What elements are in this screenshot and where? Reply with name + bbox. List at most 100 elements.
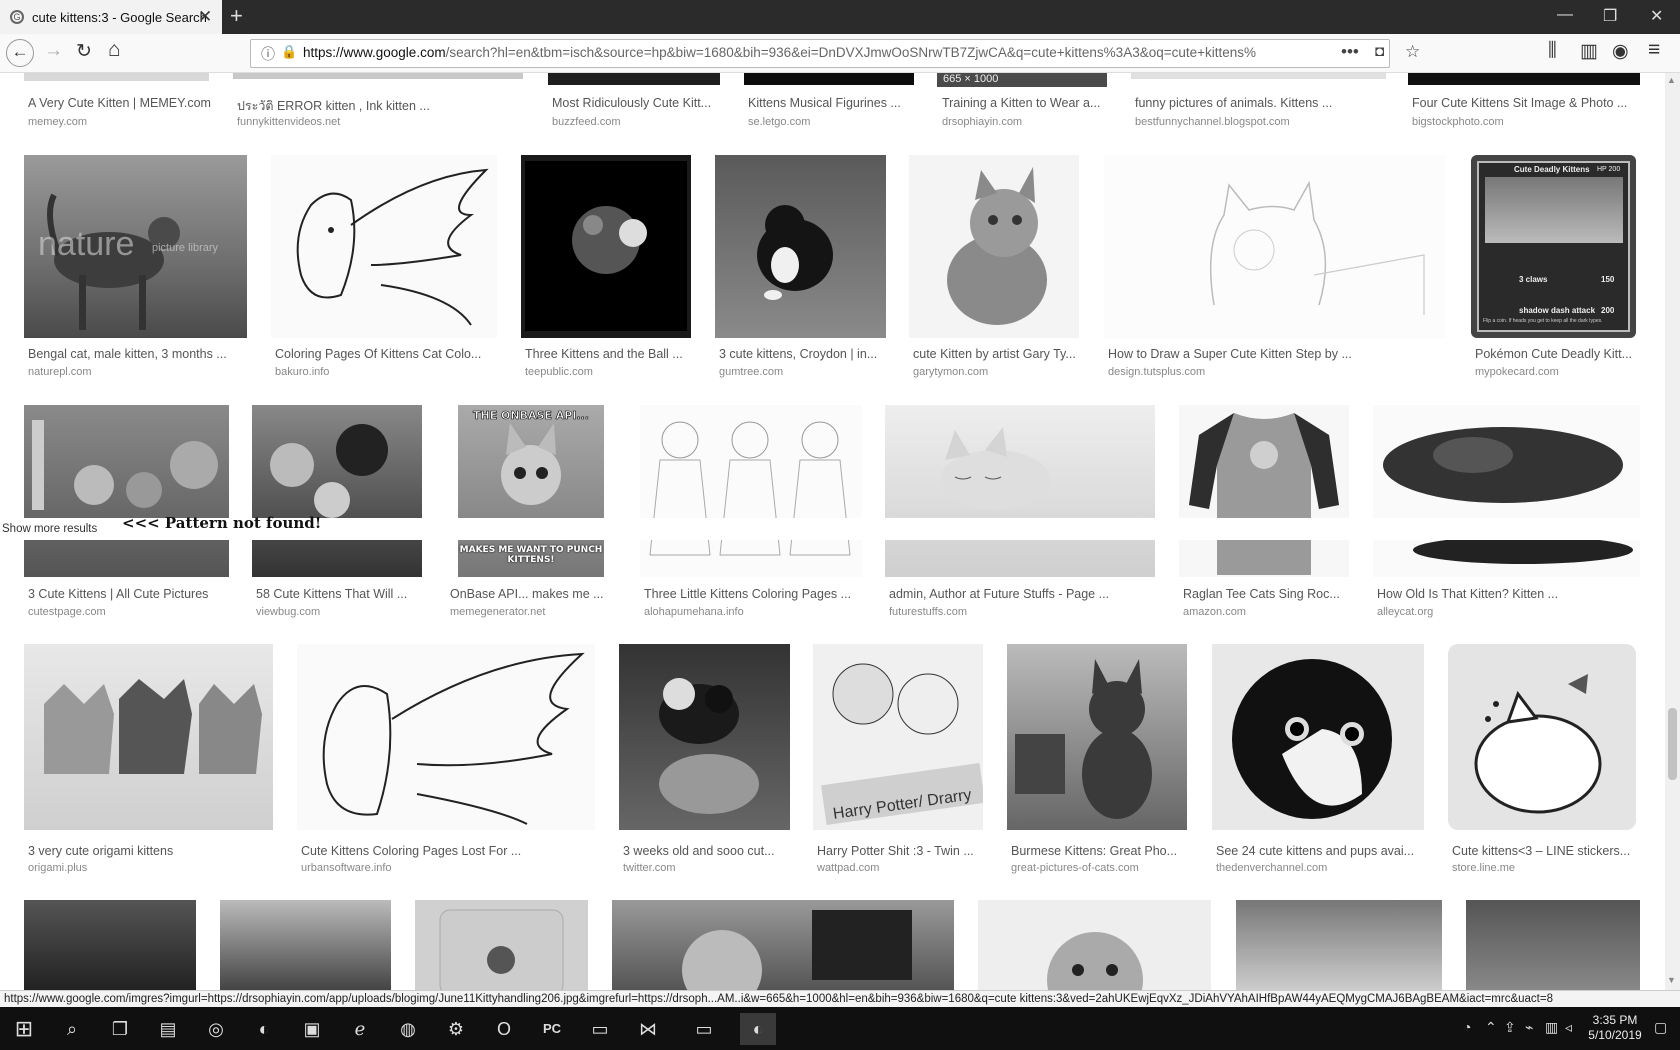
menu-icon[interactable]: ≡ bbox=[1648, 38, 1660, 62]
settings-gear-icon[interactable]: ⚙ bbox=[438, 1013, 474, 1045]
result-caption[interactable]: cute Kitten by artist Gary Ty... bbox=[913, 347, 1078, 361]
result-tile[interactable]: 3 very cute origami kittens origami.plus bbox=[24, 644, 274, 874]
result-thumbnail[interactable] bbox=[297, 644, 595, 830]
vertical-scrollbar[interactable]: ▲ ▼ bbox=[1665, 73, 1680, 990]
tray-usb-icon[interactable]: ⌁ bbox=[1525, 1019, 1533, 1036]
result-tile[interactable]: 3 weeks old and sooo cut... twitter.com bbox=[619, 644, 790, 874]
result-thumbnail[interactable] bbox=[619, 644, 790, 830]
firefox-icon[interactable]: ◐ bbox=[246, 1013, 282, 1045]
result-caption[interactable]: Cute kittens<3 – LINE stickers... bbox=[1452, 844, 1640, 858]
result-tile[interactable]: How to Draw a Super Cute Kitten Step by … bbox=[1104, 155, 1446, 378]
result-tile[interactable]: Harry Potter/ Drarry Harry Potter Shit :… bbox=[813, 644, 983, 874]
result-thumbnail[interactable]: Cute Deadly Kittens HP 200 3 claws 150 s… bbox=[1471, 155, 1636, 338]
reload-icon[interactable]: ↻ bbox=[76, 40, 92, 63]
result-caption[interactable]: A Very Cute Kitten | MEMEY.com bbox=[28, 96, 213, 110]
result-caption[interactable]: funny pictures of animals. Kittens ... bbox=[1135, 96, 1385, 110]
forward-icon[interactable]: → bbox=[44, 40, 63, 62]
sidebar-icon[interactable]: ▥ bbox=[1580, 40, 1598, 63]
result-tile[interactable]: 3 cute kittens, Croydon | in... gumtree.… bbox=[715, 155, 886, 378]
result-caption[interactable]: Pokémon Cute Deadly Kitt... bbox=[1475, 347, 1640, 361]
result-thumbnail[interactable] bbox=[24, 405, 229, 577]
notifications-icon[interactable]: ▢ bbox=[1654, 1019, 1667, 1036]
result-caption[interactable]: Kittens Musical Figurines ... bbox=[748, 96, 914, 110]
result-thumbnail[interactable] bbox=[233, 73, 523, 79]
result-tile[interactable]: ประวัติ ERROR kitten , Ink kitten ... fu… bbox=[233, 73, 523, 133]
result-thumbnail[interactable] bbox=[24, 900, 196, 990]
result-thumbnail[interactable] bbox=[715, 155, 886, 338]
tab-close-icon[interactable]: ✕ bbox=[198, 7, 212, 27]
result-thumbnail[interactable] bbox=[24, 73, 209, 81]
scroll-down-icon[interactable]: ▼ bbox=[1667, 975, 1676, 985]
save-disk-icon[interactable]: ▣ bbox=[294, 1013, 330, 1045]
library-icon[interactable]: ⫼ bbox=[1548, 40, 1557, 62]
result-caption[interactable]: Harry Potter Shit :3 - Twin ... bbox=[817, 844, 982, 858]
url-bar[interactable]: ⓘ 🔒 https://www.google.com/search?hl=en&… bbox=[250, 39, 1420, 68]
scrollbar-thumb[interactable] bbox=[1668, 708, 1677, 780]
result-tile[interactable]: Kittens Musical Figurines ... se.letgo.c… bbox=[744, 73, 914, 133]
page-actions-icon[interactable]: ••• bbox=[1341, 42, 1359, 62]
result-caption[interactable]: 3 weeks old and sooo cut... bbox=[623, 844, 788, 858]
account-icon[interactable]: ◉ bbox=[1612, 40, 1629, 63]
result-thumbnail[interactable] bbox=[1212, 644, 1424, 830]
result-caption[interactable]: See 24 cute kittens and pups avai... bbox=[1216, 844, 1424, 858]
result-caption[interactable]: OnBase API... makes me ... bbox=[450, 587, 605, 601]
result-tile[interactable]: Raglan Tee Cats Sing Roc... amazon.com bbox=[1179, 405, 1349, 625]
file-explorer-icon[interactable]: ▤ bbox=[150, 1013, 186, 1045]
result-thumbnail[interactable] bbox=[1466, 900, 1640, 990]
chrome-icon[interactable]: ◎ bbox=[198, 1013, 234, 1045]
result-tile[interactable]: Most Ridiculously Cute Kitt... buzzfeed.… bbox=[548, 73, 720, 133]
result-thumbnail[interactable] bbox=[744, 73, 914, 85]
visual-studio-icon[interactable]: ⋈ bbox=[630, 1013, 666, 1045]
maximize-icon[interactable]: ❐ bbox=[1603, 6, 1617, 26]
search-icon[interactable]: ⌕ bbox=[54, 1013, 90, 1045]
result-caption[interactable]: 58 Cute Kittens That Will ... bbox=[256, 587, 421, 601]
result-thumbnail[interactable] bbox=[24, 644, 273, 830]
minimize-icon[interactable]: — bbox=[1557, 6, 1573, 24]
result-tile[interactable]: funny pictures of animals. Kittens ... b… bbox=[1131, 73, 1386, 133]
back-icon[interactable]: ← bbox=[6, 39, 34, 67]
result-thumbnail[interactable] bbox=[252, 405, 422, 577]
result-thumbnail[interactable] bbox=[1373, 405, 1640, 577]
result-thumbnail[interactable]: nature picture library bbox=[24, 155, 247, 338]
result-thumbnail[interactable] bbox=[1179, 405, 1349, 577]
result-caption[interactable]: Coloring Pages Of Kittens Cat Colo... bbox=[275, 347, 493, 361]
edge-icon[interactable]: ℯ bbox=[342, 1013, 378, 1045]
result-tile[interactable]: Four Cute Kittens Sit Image & Photo ... … bbox=[1408, 73, 1640, 133]
result-tile[interactable]: Cute Kittens Coloring Pages Lost For ...… bbox=[297, 644, 595, 874]
result-caption[interactable]: ประวัติ ERROR kitten , Ink kitten ... bbox=[237, 96, 517, 116]
terminal-icon[interactable]: ▭ bbox=[686, 1013, 722, 1045]
result-caption[interactable]: 3 cute kittens, Croydon | in... bbox=[719, 347, 884, 361]
url-text[interactable]: https://www.google.com/search?hl=en&tbm=… bbox=[303, 45, 1303, 60]
result-caption[interactable]: Bengal cat, male kitten, 3 months ... bbox=[28, 347, 243, 361]
tray-upload-icon[interactable]: ⇪ bbox=[1504, 1019, 1516, 1036]
result-caption[interactable]: Raglan Tee Cats Sing Roc... bbox=[1183, 587, 1348, 601]
scroll-up-icon[interactable]: ▲ bbox=[1667, 75, 1676, 85]
result-caption[interactable]: admin, Author at Future Stuffs - Page ..… bbox=[889, 587, 1154, 601]
result-thumbnail[interactable]: Harry Potter/ Drarry bbox=[813, 644, 983, 830]
result-thumbnail[interactable] bbox=[220, 900, 391, 990]
window-close-icon[interactable]: ✕ bbox=[1650, 6, 1663, 26]
result-caption[interactable]: Most Ridiculously Cute Kitt... bbox=[552, 96, 720, 110]
result-thumbnail[interactable] bbox=[548, 73, 720, 85]
result-thumbnail[interactable] bbox=[415, 900, 588, 990]
result-tile[interactable]: Burmese Kittens: Great Pho... great-pict… bbox=[1007, 644, 1187, 874]
app-icon[interactable]: ◍ bbox=[390, 1013, 426, 1045]
result-caption[interactable]: Burmese Kittens: Great Pho... bbox=[1011, 844, 1186, 858]
tab-active[interactable]: G cute kittens:3 - Google Search ✕ bbox=[0, 0, 222, 34]
show-more-results-button[interactable]: Show more results bbox=[2, 523, 97, 535]
volume-icon[interactable]: ◃ bbox=[1565, 1019, 1572, 1036]
task-view-icon[interactable]: ❐ bbox=[102, 1013, 138, 1045]
result-tile[interactable]: Three Little Kittens Coloring Pages ... … bbox=[640, 405, 862, 625]
result-thumbnail[interactable] bbox=[612, 900, 954, 990]
result-caption[interactable]: Three Little Kittens Coloring Pages ... bbox=[644, 587, 862, 601]
terminal-icon[interactable]: ▭ bbox=[582, 1013, 618, 1045]
result-thumbnail[interactable] bbox=[1236, 900, 1442, 990]
result-caption[interactable]: How Old Is That Kitten? Kitten ... bbox=[1377, 587, 1639, 601]
result-thumbnail[interactable] bbox=[521, 155, 691, 338]
result-thumbnail[interactable]: THE ONBASE API... MAKES ME WANT TO PUNCH… bbox=[458, 405, 604, 577]
result-tile[interactable]: See 24 cute kittens and pups avai... the… bbox=[1212, 644, 1424, 874]
result-thumbnail[interactable] bbox=[885, 405, 1155, 577]
taskbar-clock[interactable]: 3:35 PM 5/10/2019 bbox=[1582, 1013, 1648, 1043]
pocket-icon[interactable]: ◘ bbox=[1375, 43, 1384, 60]
result-thumbnail[interactable] bbox=[271, 155, 497, 338]
